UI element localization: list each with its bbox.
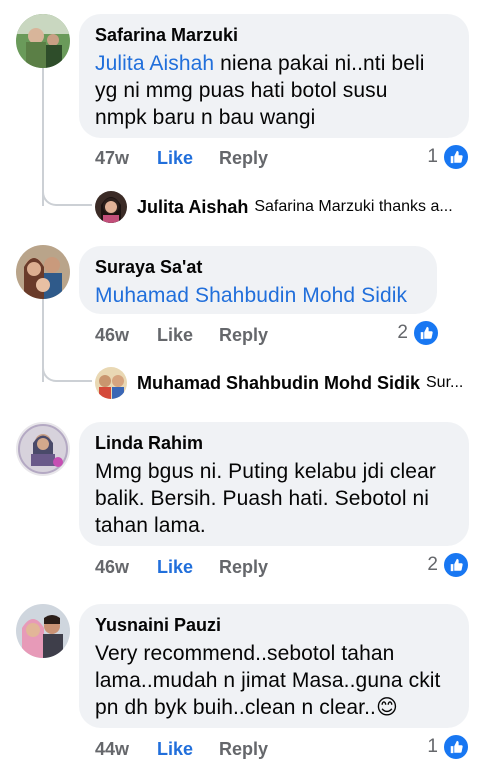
mention-link[interactable]: Muhamad Shahbudin Mohd Sidik [95, 284, 407, 307]
like-button[interactable]: Like [157, 739, 219, 760]
comment-actions: 47w Like Reply [95, 146, 268, 170]
reply-connector [42, 362, 92, 382]
like-button[interactable]: Like [157, 148, 219, 169]
like-button[interactable]: Like [157, 557, 219, 578]
reply-button[interactable]: Reply [219, 148, 268, 169]
reply-button[interactable]: Reply [219, 557, 268, 578]
comment-author[interactable]: Safarina Marzuki [95, 24, 453, 46]
like-thumb-icon [412, 319, 440, 347]
reaction-summary[interactable]: 1 [427, 733, 470, 761]
like-button[interactable]: Like [157, 325, 219, 346]
comment-author[interactable]: Suraya Sa'at [95, 256, 421, 278]
like-thumb-icon [442, 143, 470, 171]
comment-author[interactable]: Yusnaini Pauzi [95, 614, 453, 636]
comment-timestamp[interactable]: 46w [95, 325, 157, 346]
reply-snippet: Sur... [426, 374, 464, 391]
reaction-summary[interactable]: 2 [397, 319, 440, 347]
comment-text: Very recommend..sebotol tahan lama..muda… [95, 642, 441, 719]
reaction-summary[interactable]: 2 [427, 551, 470, 579]
reply-connector [42, 186, 92, 206]
comment-timestamp[interactable]: 44w [95, 739, 157, 760]
reaction-summary[interactable]: 1 [427, 143, 470, 171]
reply-preview[interactable]: Julita Aishah Safarina Marzuki thanks a.… [95, 190, 453, 224]
avatar-safarina-marzuki[interactable] [16, 14, 70, 68]
reaction-count: 1 [427, 736, 438, 757]
comment-bubble: Linda Rahim Mmg bgus ni. Puting kelabu j… [79, 422, 469, 546]
reply-snippet: Safarina Marzuki thanks a... [254, 198, 453, 215]
like-thumb-icon [442, 733, 470, 761]
reply-preview[interactable]: Muhamad Shahbudin Mohd Sidik Sur... [95, 366, 463, 400]
comment-author[interactable]: Linda Rahim [95, 432, 453, 454]
reply-button[interactable]: Reply [219, 325, 268, 346]
reply-button[interactable]: Reply [219, 739, 268, 760]
reply-author[interactable]: Julita Aishah [137, 197, 248, 218]
reply-author[interactable]: Muhamad Shahbudin Mohd Sidik [137, 373, 420, 394]
comment-text: Julita Aishah niena pakai ni..nti beli y… [95, 52, 425, 129]
avatar-suraya-saat[interactable] [16, 245, 70, 299]
comment-bubble: Safarina Marzuki Julita Aishah niena pak… [79, 14, 469, 138]
comment-actions: 46w Like Reply [95, 323, 268, 347]
like-thumb-icon [442, 551, 470, 579]
comment-text: Mmg bgus ni. Puting kelabu jdi clear bal… [95, 460, 436, 537]
thread-line [42, 66, 44, 206]
comment-timestamp[interactable]: 46w [95, 557, 157, 578]
smile-emoji-icon: 😊 [375, 696, 398, 719]
reaction-count: 2 [427, 554, 438, 575]
comment-actions: 44w Like Reply [95, 737, 268, 761]
comment-bubble: Suraya Sa'at Muhamad Shahbudin Mohd Sidi… [79, 246, 437, 314]
reaction-count: 1 [427, 146, 438, 167]
comment-bubble: Yusnaini Pauzi Very recommend..sebotol t… [79, 604, 469, 728]
comment-timestamp[interactable]: 47w [95, 148, 157, 169]
reaction-count: 2 [397, 322, 408, 343]
avatar-muhamad-shahbudin[interactable] [95, 367, 127, 399]
comment-actions: 46w Like Reply [95, 555, 268, 579]
avatar-julita-aishah[interactable] [95, 191, 127, 223]
avatar-yusnaini-pauzi[interactable] [16, 604, 70, 658]
comment-text: Muhamad Shahbudin Mohd Sidik [95, 282, 421, 309]
mention-link[interactable]: Julita Aishah [95, 52, 214, 75]
avatar-linda-rahim[interactable] [16, 422, 70, 476]
